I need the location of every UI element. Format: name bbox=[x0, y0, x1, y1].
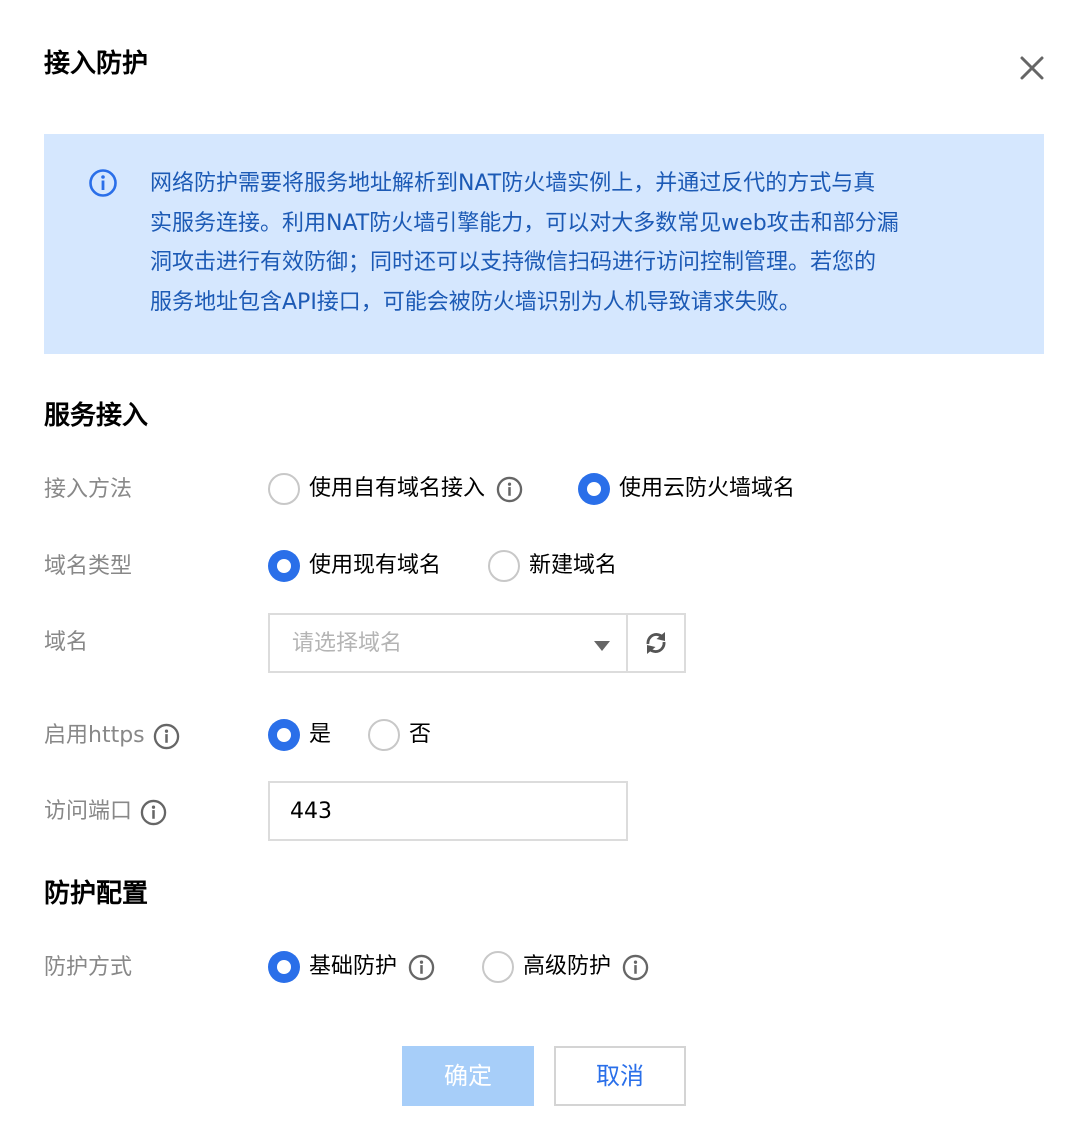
radio-label: 是 bbox=[309, 722, 332, 747]
radio-circle[interactable] bbox=[488, 550, 520, 582]
radio-circle[interactable] bbox=[578, 473, 610, 505]
radio-circle[interactable] bbox=[482, 951, 514, 983]
domain-type-label-text: 域名类型 bbox=[44, 554, 133, 579]
domain-select[interactable]: 请选择域名 bbox=[268, 613, 628, 673]
radio-cloud-domain[interactable]: 使用云防火墙域名 bbox=[578, 473, 795, 505]
radio-circle[interactable] bbox=[268, 550, 300, 582]
notice-line: 网络防护需要将服务地址解析到NAT防火墙实例上，并通过反代的方式与真 bbox=[150, 171, 876, 196]
radio-existing-domain[interactable]: 使用现有域名 bbox=[268, 550, 441, 582]
radio-advanced-protection[interactable]: 高级防护 bbox=[482, 951, 649, 983]
notice-line: 洞攻击进行有效防御；同时还可以支持微信扫码进行访问控制管理。若您的 bbox=[150, 250, 877, 275]
radio-label: 新建域名 bbox=[529, 553, 618, 578]
port-label: 访问端口 bbox=[44, 797, 167, 827]
cancel-button[interactable]: 取消 bbox=[554, 1046, 686, 1106]
confirm-button[interactable]: 确定 bbox=[402, 1046, 534, 1106]
radio-circle[interactable] bbox=[268, 473, 300, 505]
refresh-button[interactable] bbox=[626, 613, 686, 673]
access-method-label: 接入方法 bbox=[44, 475, 132, 505]
domain-label: 域名 bbox=[44, 628, 88, 658]
protection-mode-label: 防护方式 bbox=[44, 953, 132, 983]
protection-mode-label-text: 防护方式 bbox=[44, 955, 133, 980]
radio-https-yes[interactable]: 是 bbox=[268, 719, 331, 751]
domain-select-placeholder: 请选择域名 bbox=[292, 631, 403, 656]
info-icon[interactable] bbox=[408, 954, 435, 981]
radio-own-domain[interactable]: 使用自有域名接入 bbox=[268, 473, 523, 505]
domain-label-text: 域名 bbox=[44, 630, 89, 655]
section-title-protection: 防护配置 bbox=[44, 879, 149, 909]
info-notice: 网络防护需要将服务地址解析到NAT防火墙实例上，并通过反代的方式与真 实服务连接… bbox=[44, 134, 1044, 354]
https-label-text: 启用https bbox=[44, 723, 145, 748]
radio-label: 使用自有域名接入 bbox=[309, 476, 486, 501]
section-title-service: 服务接入 bbox=[44, 401, 149, 431]
info-icon[interactable] bbox=[140, 799, 167, 826]
radio-new-domain[interactable]: 新建域名 bbox=[488, 550, 617, 582]
radio-label: 使用现有域名 bbox=[309, 553, 442, 578]
port-label-text: 访问端口 bbox=[44, 799, 133, 824]
access-method-label-text: 接入方法 bbox=[44, 477, 133, 502]
info-icon bbox=[89, 169, 117, 197]
radio-label: 使用云防火墙域名 bbox=[619, 476, 796, 501]
info-icon[interactable] bbox=[496, 476, 523, 503]
radio-label: 基础防护 bbox=[309, 954, 398, 979]
dialog-title: 接入防护 bbox=[44, 49, 149, 79]
refresh-icon bbox=[646, 632, 666, 654]
radio-basic-protection[interactable]: 基础防护 bbox=[268, 951, 435, 983]
radio-circle[interactable] bbox=[268, 719, 300, 751]
domain-type-label: 域名类型 bbox=[44, 552, 132, 582]
notice-line: 实服务连接。利用NAT防火墙引擎能力，可以对大多数常见web攻击和部分漏 bbox=[150, 210, 899, 236]
info-icon[interactable] bbox=[153, 723, 180, 750]
notice-line: 服务地址包含API接口，可能会被防火墙识别为人机导致请求失败。 bbox=[150, 289, 801, 315]
radio-circle[interactable] bbox=[268, 951, 300, 983]
port-field[interactable] bbox=[268, 781, 628, 841]
radio-circle[interactable] bbox=[368, 719, 400, 751]
radio-label: 否 bbox=[409, 722, 432, 747]
close-icon[interactable] bbox=[1016, 52, 1048, 84]
info-icon[interactable] bbox=[622, 954, 649, 981]
https-label: 启用https bbox=[44, 721, 180, 751]
radio-label: 高级防护 bbox=[523, 954, 612, 979]
chevron-down-icon[interactable] bbox=[594, 641, 610, 651]
port-input[interactable] bbox=[270, 783, 626, 839]
notice-text: 网络防护需要将服务地址解析到NAT防火墙实例上，并通过反代的方式与真 实服务连接… bbox=[150, 164, 980, 322]
radio-https-no[interactable]: 否 bbox=[368, 719, 431, 751]
